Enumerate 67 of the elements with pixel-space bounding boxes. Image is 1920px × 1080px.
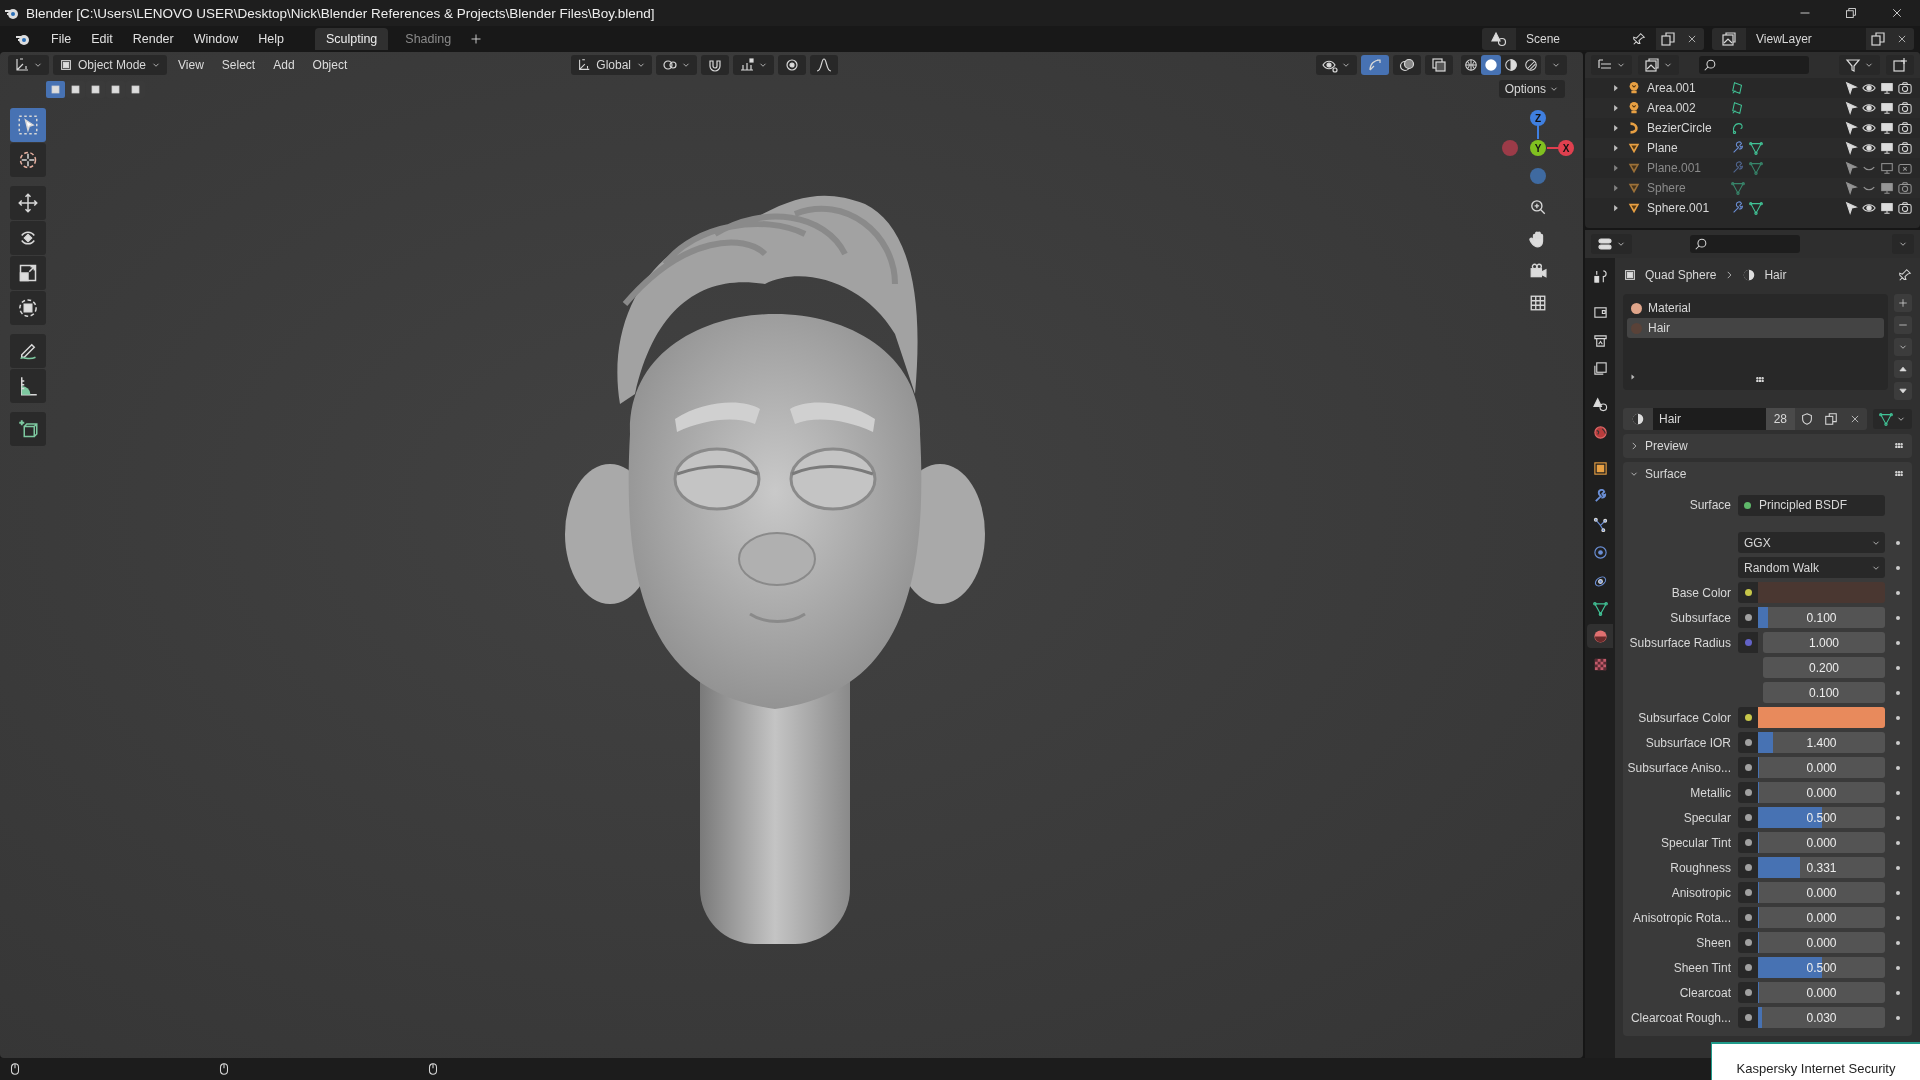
property-label: Subsurface Radius bbox=[1628, 635, 1732, 650]
property-label: Subsurface IOR bbox=[1644, 735, 1732, 750]
property-label: Anisotropic bbox=[1670, 885, 1732, 900]
property-label: Surface bbox=[1688, 498, 1732, 512]
property-label: Anisotropic Rota... bbox=[1631, 910, 1732, 925]
workspace-tab[interactable]: Sculpting bbox=[314, 28, 389, 50]
shader-field[interactable]: Principled BSDF bbox=[1738, 494, 1885, 516]
slider-field[interactable]: 0.000 bbox=[1758, 882, 1885, 903]
menu-item[interactable]: Add bbox=[266, 56, 302, 74]
orientation-dropdown[interactable]: Global bbox=[571, 55, 652, 75]
window-title: Blender [C:\Users\LENOVO USER\Desktop\Nick\Blender References & Projects\Blender Files\Boy.blend] bbox=[26, 5, 656, 21]
dropdown[interactable]: Random Walk bbox=[1738, 557, 1885, 578]
slider-field[interactable]: 0.000 bbox=[1758, 982, 1885, 1003]
material-slot[interactable]: Material bbox=[1627, 298, 1884, 318]
breadcrumb-material: Hair bbox=[1764, 268, 1787, 282]
menu-item[interactable]: Object bbox=[305, 56, 355, 74]
menu-item[interactable]: Select bbox=[214, 56, 263, 74]
slider-field[interactable]: 0.331 bbox=[1758, 857, 1885, 878]
property-label: Roughness bbox=[1669, 860, 1732, 875]
user-count[interactable]: 28 bbox=[1765, 408, 1795, 430]
breadcrumb-object: Quad Sphere bbox=[1645, 268, 1717, 282]
property-label: Specular Tint bbox=[1659, 835, 1732, 850]
axis-handle[interactable]: Y bbox=[1530, 140, 1546, 156]
slider-field[interactable]: 0.000 bbox=[1758, 932, 1885, 953]
number-field[interactable]: 0.200 bbox=[1763, 657, 1885, 678]
material-slot[interactable]: Hair bbox=[1627, 318, 1884, 338]
menu-item[interactable]: Edit bbox=[82, 29, 122, 49]
property-label: Subsurface Aniso... bbox=[1626, 760, 1732, 775]
outliner-item[interactable]: Area.001 bbox=[1585, 78, 1920, 98]
options-dropdown[interactable]: Options bbox=[1498, 80, 1565, 98]
slider-field[interactable]: 0.000 bbox=[1758, 757, 1885, 778]
outliner-item[interactable]: Plane.001 bbox=[1585, 158, 1920, 178]
slider-field[interactable]: 0.000 bbox=[1758, 782, 1885, 803]
property-label: Base Color bbox=[1670, 585, 1732, 600]
property-label: Specular bbox=[1682, 810, 1732, 825]
slider-field[interactable]: 0.000 bbox=[1758, 907, 1885, 928]
menu-item[interactable]: Render bbox=[123, 29, 183, 49]
property-label: Sheen bbox=[1695, 935, 1732, 950]
slider-field[interactable]: 0.030 bbox=[1758, 1007, 1885, 1028]
slider-field[interactable]: 0.100 bbox=[1758, 607, 1885, 628]
notification-popup: Kaspersky Internet Security bbox=[1711, 1042, 1920, 1080]
outliner-item[interactable]: Sphere.001 bbox=[1585, 198, 1920, 218]
property-label: Metallic bbox=[1689, 785, 1732, 800]
menu-item[interactable]: View bbox=[171, 56, 211, 74]
slider-field[interactable]: 0.000 bbox=[1758, 832, 1885, 853]
panel-header[interactable]: Surface bbox=[1623, 462, 1912, 486]
mode-dropdown[interactable]: Object Mode bbox=[53, 55, 168, 75]
property-label: Clearcoat Rough... bbox=[1629, 1010, 1732, 1025]
number-field[interactable]: 0.100 bbox=[1763, 682, 1885, 703]
menu-item[interactable]: Window bbox=[184, 29, 248, 49]
slider-field[interactable]: 0.500 bbox=[1758, 957, 1885, 978]
slider-field[interactable]: 0.500 bbox=[1758, 807, 1885, 828]
view-layer-field[interactable]: ViewLayer bbox=[1746, 28, 1866, 50]
workspace-tab[interactable]: Shading bbox=[394, 28, 463, 50]
outliner-item[interactable]: BezierCircle bbox=[1585, 118, 1920, 138]
property-label: Subsurface bbox=[1669, 610, 1732, 625]
scene-field[interactable]: Scene bbox=[1516, 28, 1656, 50]
property-label: Sheen Tint bbox=[1672, 960, 1732, 975]
dropdown[interactable]: GGX bbox=[1738, 532, 1885, 553]
panel-header[interactable]: Preview bbox=[1623, 434, 1912, 458]
slider-field[interactable]: 1.400 bbox=[1758, 732, 1885, 753]
material-name-field[interactable]: Hair bbox=[1653, 408, 1766, 430]
menu-item[interactable]: Help bbox=[249, 29, 293, 49]
property-label: Clearcoat bbox=[1678, 985, 1732, 1000]
number-field[interactable]: 1.000 bbox=[1763, 632, 1885, 653]
menu-item[interactable]: File bbox=[42, 29, 81, 49]
property-label: Subsurface Color bbox=[1637, 710, 1732, 725]
